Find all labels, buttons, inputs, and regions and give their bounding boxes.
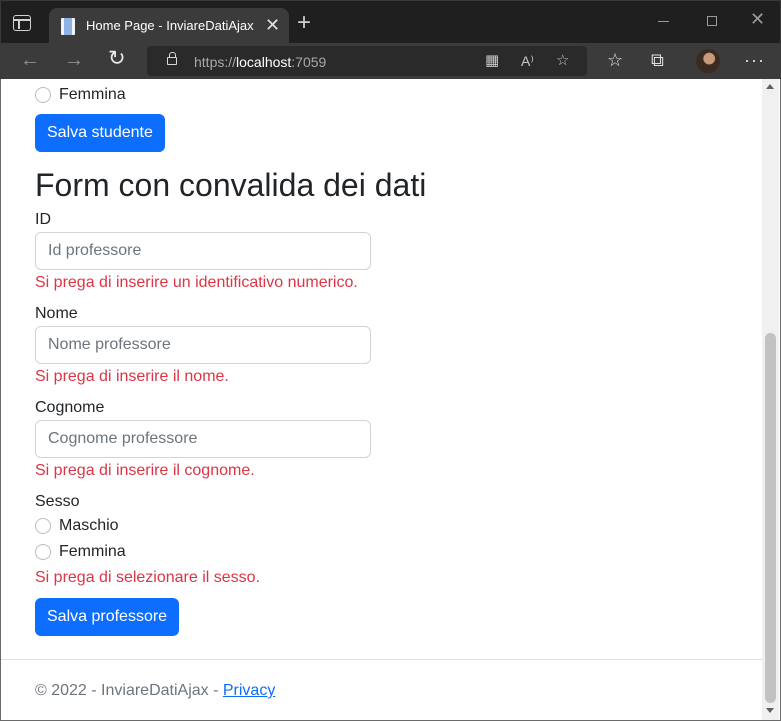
browser-tab[interactable]: Home Page - InviareDatiAjax ✕ <box>49 8 289 44</box>
gender-male-radio[interactable] <box>35 518 51 534</box>
app-available-icon[interactable]: ▦ <box>485 52 499 70</box>
new-tab-icon[interactable]: + <box>297 11 311 35</box>
save-student-button[interactable]: Salva studente <box>35 114 165 152</box>
scroll-down-arrow-icon[interactable] <box>766 708 774 713</box>
surname-label: Cognome <box>35 399 105 416</box>
scroll-up-arrow-icon[interactable] <box>766 84 774 89</box>
close-tab-icon[interactable]: ✕ <box>265 16 280 34</box>
radio-label: Maschio <box>59 517 119 534</box>
read-aloud-icon[interactable]: A⁾ <box>521 52 534 70</box>
student-gender-female-option[interactable]: Femmina <box>35 85 126 105</box>
url-host: localhost <box>236 54 292 70</box>
lock-icon[interactable] <box>167 52 177 65</box>
address-bar[interactable]: https://localhost:7059 ▦ A⁾ ☆ <box>147 46 587 76</box>
student-gender-female-radio[interactable] <box>35 87 51 103</box>
name-input[interactable] <box>35 326 371 364</box>
footer-copyright: © 2022 - InviareDatiAjax - <box>35 682 223 699</box>
browser-toolbar: ← → ↻ https://localhost:7059 ▦ A⁾ ☆ ☆ ⧉ … <box>0 43 781 79</box>
id-input[interactable] <box>35 232 371 270</box>
id-error-message: Si prega di inserire un identificativo n… <box>35 274 358 291</box>
maximize-window-icon[interactable] <box>707 16 717 26</box>
footer: © 2022 - InviareDatiAjax - Privacy <box>35 682 275 700</box>
save-professor-button[interactable]: Salva professore <box>35 598 180 636</box>
more-options-icon[interactable]: ··· <box>744 50 765 70</box>
profile-avatar[interactable] <box>696 49 720 73</box>
favorites-icon[interactable]: ☆ <box>607 50 623 70</box>
tab-title: Home Page - InviareDatiAjax <box>86 18 254 33</box>
url-scheme: https:// <box>194 54 237 70</box>
url-port: :7059 <box>291 54 327 70</box>
gender-male-option[interactable]: Maschio <box>35 516 119 536</box>
page-favicon-icon <box>61 18 75 35</box>
scrollbar-thumb[interactable] <box>765 333 776 703</box>
id-label: ID <box>35 211 51 228</box>
footer-divider <box>1 659 763 660</box>
add-favorite-icon[interactable]: ☆ <box>556 52 569 70</box>
privacy-link[interactable]: Privacy <box>223 682 275 699</box>
refresh-icon[interactable]: ↻ <box>108 48 126 69</box>
close-window-icon[interactable]: ✕ <box>750 10 765 28</box>
minimize-window-icon[interactable] <box>658 21 669 22</box>
gender-error-message: Si prega di selezionare il sesso. <box>35 569 261 586</box>
name-error-message: Si prega di inserire il nome. <box>35 368 229 385</box>
vertical-scrollbar[interactable] <box>762 79 779 720</box>
name-label: Nome <box>35 305 78 322</box>
gender-female-radio[interactable] <box>35 544 51 560</box>
back-arrow-icon[interactable]: ← <box>20 50 40 70</box>
page-viewport: Femmina Salva studente Form con convalid… <box>0 79 781 721</box>
gender-label: Sesso <box>35 493 80 510</box>
collections-icon[interactable]: ⧉ <box>651 50 664 70</box>
form-title: Form con convalida dei dati <box>35 167 427 203</box>
radio-label: Femmina <box>59 86 126 103</box>
url-text[interactable]: https://localhost:7059 <box>194 54 326 70</box>
gender-female-option[interactable]: Femmina <box>35 542 126 562</box>
browser-tab-bar: Home Page - InviareDatiAjax ✕ + ✕ <box>0 0 781 44</box>
radio-label: Femmina <box>59 543 126 560</box>
forward-arrow-icon[interactable]: → <box>64 50 84 70</box>
surname-input[interactable] <box>35 420 371 458</box>
tab-actions-icon[interactable] <box>13 15 31 31</box>
surname-error-message: Si prega di inserire il cognome. <box>35 462 255 479</box>
